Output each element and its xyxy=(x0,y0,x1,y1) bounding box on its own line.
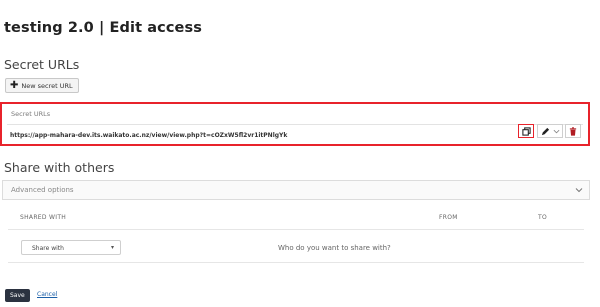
panel-divider xyxy=(7,124,583,125)
delete-url-button[interactable] xyxy=(565,124,581,138)
trash-icon xyxy=(569,126,577,136)
advanced-options-label: Advanced options xyxy=(11,186,74,194)
new-secret-url-button[interactable]: ✚ New secret URL xyxy=(5,78,79,93)
chevron-down-icon xyxy=(553,129,559,133)
cancel-link[interactable]: Cancel xyxy=(37,291,57,298)
share-heading: Share with others xyxy=(4,160,115,175)
column-header-from: FROM xyxy=(439,214,458,221)
table-divider xyxy=(8,262,584,263)
column-header-shared-with: SHARED WITH xyxy=(20,214,67,221)
table-divider xyxy=(8,229,584,230)
secret-url-text: https://app-mahara-dev.its.waikato.ac.nz… xyxy=(10,132,288,139)
page-title: testing 2.0 | Edit access xyxy=(4,20,202,36)
new-secret-url-label: New secret URL xyxy=(21,81,73,90)
advanced-options-toggle[interactable]: Advanced options xyxy=(2,180,590,200)
pencil-icon xyxy=(541,127,549,135)
plus-icon: ✚ xyxy=(10,79,19,91)
share-with-select-value: Share with xyxy=(32,245,64,252)
copy-url-button[interactable] xyxy=(518,124,534,138)
secret-urls-heading: Secret URLs xyxy=(4,57,80,72)
chevron-down-icon xyxy=(575,188,583,193)
edit-url-button[interactable] xyxy=(537,124,563,138)
save-button[interactable]: Save xyxy=(5,289,30,302)
secret-url-panel-label: Secret URLs xyxy=(11,110,51,118)
share-with-select[interactable]: Share with ▾ xyxy=(21,240,121,255)
column-header-to: TO xyxy=(538,214,547,221)
secret-url-panel: Secret URLs https://app-mahara-dev.its.w… xyxy=(0,102,590,146)
copy-icon xyxy=(521,126,531,136)
caret-down-icon: ▾ xyxy=(110,244,114,251)
share-hint-text: Who do you want to share with? xyxy=(278,244,391,252)
